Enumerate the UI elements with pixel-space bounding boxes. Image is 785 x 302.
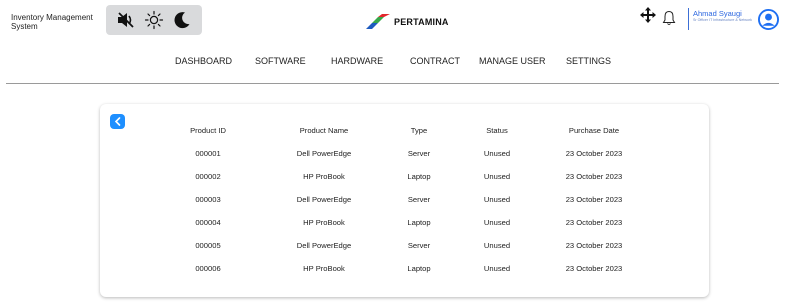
nav-manage-user[interactable]: MANAGE USER bbox=[479, 56, 546, 66]
cell-purchase-date: 23 October 2023 bbox=[565, 218, 623, 227]
nav-dashboard[interactable]: DASHBOARD bbox=[175, 56, 232, 66]
cell-product-id: 000006 bbox=[195, 264, 221, 273]
cell-status: Unused bbox=[483, 172, 511, 181]
table-row[interactable]: 000004 HP ProBook Laptop Unused 23 Octob… bbox=[100, 218, 709, 230]
cell-product-name: Dell PowerEdge bbox=[296, 241, 352, 250]
cell-purchase-date: 23 October 2023 bbox=[565, 149, 623, 158]
cell-status: Unused bbox=[483, 195, 511, 204]
nav-hardware[interactable]: HARDWARE bbox=[331, 56, 383, 66]
header-purchase-date: Purchase Date bbox=[568, 126, 620, 135]
cell-type: Server bbox=[407, 195, 431, 204]
brand-logo: PERTAMINA bbox=[364, 14, 449, 30]
bell-icon[interactable] bbox=[662, 10, 676, 26]
nav-contract[interactable]: CONTRACT bbox=[410, 56, 460, 66]
table-header: Product ID Product Name Type Status Purc… bbox=[100, 126, 709, 138]
nav-settings[interactable]: SETTINGS bbox=[566, 56, 611, 66]
header-product-id: Product ID bbox=[190, 126, 226, 135]
table-row[interactable]: 000005 Dell PowerEdge Server Unused 23 O… bbox=[100, 241, 709, 253]
cell-type: Server bbox=[407, 149, 431, 158]
cell-type: Laptop bbox=[407, 264, 431, 273]
brand-name: PERTAMINA bbox=[394, 17, 449, 27]
cell-product-id: 000003 bbox=[195, 195, 221, 204]
cell-type: Laptop bbox=[407, 172, 431, 181]
product-table-card: Product ID Product Name Type Status Purc… bbox=[100, 104, 709, 297]
cell-type: Server bbox=[407, 241, 431, 250]
speaker-mute-icon[interactable] bbox=[115, 9, 137, 31]
app-title: Inventory Management System bbox=[11, 13, 93, 31]
cell-status: Unused bbox=[483, 149, 511, 158]
cell-status: Unused bbox=[483, 264, 511, 273]
table-row[interactable]: 000001 Dell PowerEdge Server Unused 23 O… bbox=[100, 149, 709, 161]
main-nav: DASHBOARD SOFTWARE HARDWARE CONTRACT MAN… bbox=[0, 56, 785, 70]
sun-icon[interactable] bbox=[143, 9, 165, 31]
chevron-left-icon bbox=[114, 117, 120, 126]
nav-software[interactable]: SOFTWARE bbox=[255, 56, 306, 66]
header-status: Status bbox=[486, 126, 508, 135]
nav-divider bbox=[6, 83, 779, 84]
cell-purchase-date: 23 October 2023 bbox=[565, 264, 623, 273]
cell-type: Laptop bbox=[407, 218, 431, 227]
page: Inventory Management System PERTAMINA Ah… bbox=[0, 0, 785, 302]
cell-status: Unused bbox=[483, 218, 511, 227]
avatar-icon[interactable] bbox=[758, 9, 779, 30]
cell-purchase-date: 23 October 2023 bbox=[565, 195, 623, 204]
cell-product-id: 000005 bbox=[195, 241, 221, 250]
user-role: Sr Officer IT Infrastructure & Network bbox=[693, 18, 752, 22]
cell-product-name: Dell PowerEdge bbox=[296, 149, 352, 158]
cell-product-name: Dell PowerEdge bbox=[296, 195, 352, 204]
cell-product-name: HP ProBook bbox=[303, 172, 345, 181]
pertamina-logo-icon bbox=[366, 14, 390, 29]
user-name: Ahmad Syaugi bbox=[693, 9, 742, 18]
cell-product-id: 000001 bbox=[195, 149, 221, 158]
header-product-name: Product Name bbox=[299, 126, 349, 135]
table-row[interactable]: 000003 Dell PowerEdge Server Unused 23 O… bbox=[100, 195, 709, 207]
header-divider bbox=[688, 8, 689, 30]
table-row[interactable]: 000002 HP ProBook Laptop Unused 23 Octob… bbox=[100, 172, 709, 184]
cell-product-id: 000004 bbox=[195, 218, 221, 227]
cell-purchase-date: 23 October 2023 bbox=[565, 241, 623, 250]
header-type: Type bbox=[410, 126, 428, 135]
moon-icon[interactable] bbox=[171, 9, 193, 31]
table-row[interactable]: 000006 HP ProBook Laptop Unused 23 Octob… bbox=[100, 264, 709, 276]
cell-purchase-date: 23 October 2023 bbox=[565, 172, 623, 181]
cell-product-name: HP ProBook bbox=[303, 264, 345, 273]
display-toggles bbox=[106, 5, 202, 35]
cell-status: Unused bbox=[483, 241, 511, 250]
move-icon[interactable] bbox=[640, 7, 656, 23]
cell-product-id: 000002 bbox=[195, 172, 221, 181]
cell-product-name: HP ProBook bbox=[303, 218, 345, 227]
